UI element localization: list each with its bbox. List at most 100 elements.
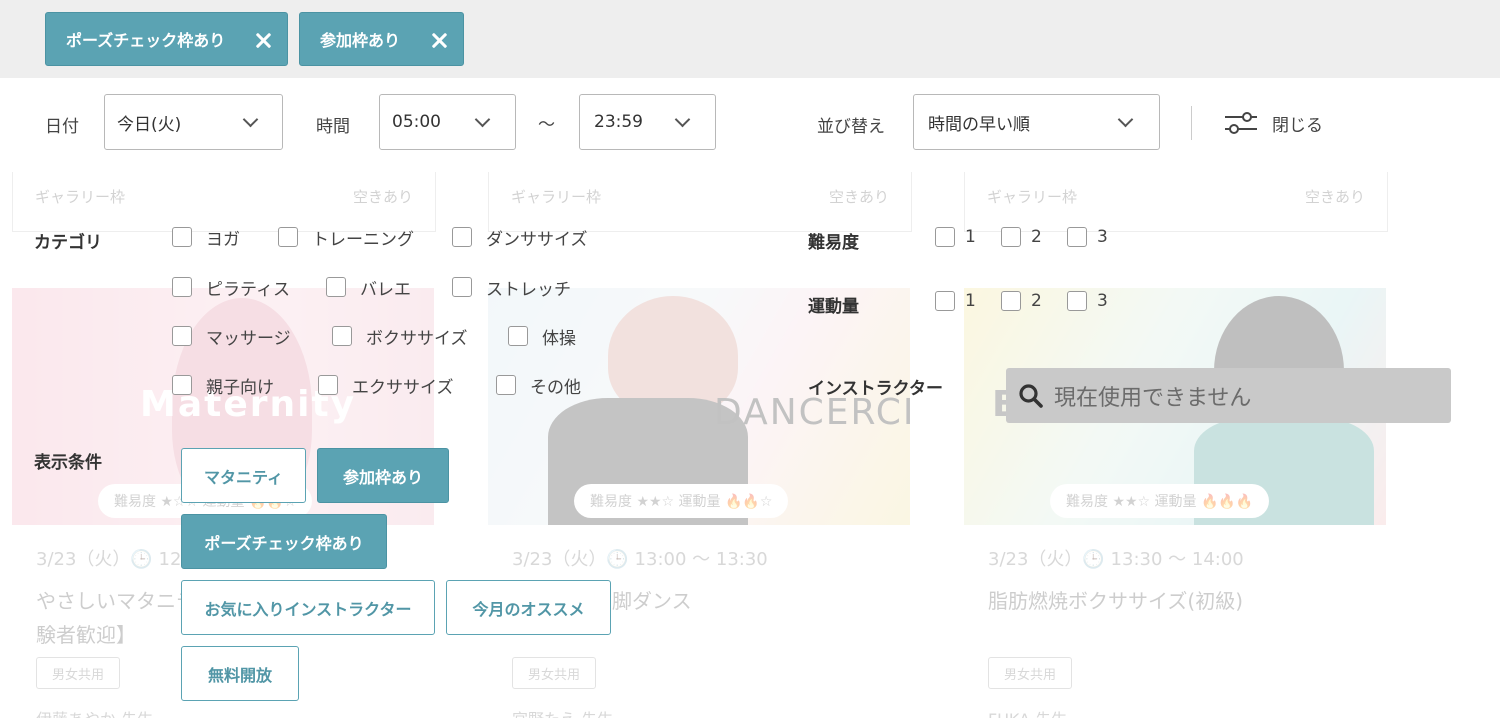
- lesson-title: やさしいマタニテ: [36, 589, 196, 613]
- rating-pill: 難易度 ★★☆ 運動量 🔥🔥🔥: [1050, 484, 1270, 518]
- gender-tag: 男女共用: [512, 657, 596, 689]
- free-open-button[interactable]: 無料開放: [181, 646, 299, 701]
- lesson-title: 脂肪燃焼ボクササイズ(初級): [988, 589, 1244, 613]
- category-exercise-checkbox[interactable]: エクササイズ: [318, 374, 454, 398]
- checkbox-label: ボクササイズ: [366, 328, 468, 349]
- difficulty-2-checkbox[interactable]: 2: [1001, 226, 1042, 248]
- checkbox-box[interactable]: [935, 291, 955, 311]
- checkbox-box[interactable]: [1001, 227, 1021, 247]
- activity-3-checkbox[interactable]: 3: [1067, 290, 1108, 312]
- close-filter-button[interactable]: 閉じる: [1224, 106, 1323, 140]
- category-stretch-checkbox[interactable]: ストレッチ: [452, 276, 571, 300]
- checkbox-box[interactable]: [172, 277, 192, 297]
- category-label: カテゴリ: [34, 233, 102, 253]
- activity-label: 運動量: [808, 297, 859, 317]
- date-value: 今日(火): [117, 114, 182, 135]
- checkbox-label: 1: [965, 291, 976, 311]
- checkbox-box[interactable]: [172, 326, 192, 346]
- category-other-checkbox[interactable]: その他: [496, 374, 581, 398]
- active-filter-bar: ポーズチェック枠あり 参加枠あり: [0, 0, 1500, 78]
- sort-label: 並び替え: [817, 117, 885, 137]
- rating-pill: 難易度 ★★☆ 運動量 🔥🔥☆: [574, 484, 789, 518]
- category-parent-child-checkbox[interactable]: 親子向け: [172, 374, 274, 398]
- time-from-select[interactable]: 05:00: [379, 94, 516, 150]
- time-from-value: 05:00: [392, 112, 441, 132]
- close-icon[interactable]: [253, 30, 273, 50]
- checkbox-box[interactable]: [452, 227, 472, 247]
- checkbox-label: 2: [1031, 291, 1042, 311]
- activity-1-checkbox[interactable]: 1: [935, 290, 976, 312]
- teacher-name: FUKA 先生: [988, 706, 1067, 718]
- checkbox-box[interactable]: [172, 227, 192, 247]
- availability-label: 空きあり: [1304, 188, 1365, 206]
- checkbox-box[interactable]: [278, 227, 298, 247]
- sliders-icon: [1225, 112, 1257, 134]
- chip-pose-check[interactable]: ポーズチェック枠あり: [45, 12, 288, 66]
- checkbox-box[interactable]: [1067, 291, 1087, 311]
- chip-label: ポーズチェック枠あり: [66, 31, 226, 50]
- chip-available[interactable]: 参加枠あり: [299, 12, 464, 66]
- lesson-title-cont: 験者歓迎】: [36, 623, 136, 647]
- teacher-name: 伊藤あやか 先生: [36, 706, 153, 718]
- sort-select[interactable]: 時間の早い順: [913, 94, 1160, 150]
- checkbox-box[interactable]: [1067, 227, 1087, 247]
- search-placeholder: 現在使用できません: [1054, 385, 1252, 411]
- difficulty-1-checkbox[interactable]: 1: [935, 226, 976, 248]
- maternity-button[interactable]: マタニティ: [181, 448, 306, 503]
- available-slot-button[interactable]: 参加枠あり: [317, 448, 449, 503]
- category-training-checkbox[interactable]: トレーニング: [278, 226, 414, 250]
- card-header: ギャラリー枠 空きあり: [964, 172, 1388, 232]
- chevron-down-icon: [1117, 111, 1134, 128]
- monthly-recommend-button[interactable]: 今月のオススメ: [446, 580, 611, 635]
- checkbox-label: マッサージ: [206, 328, 291, 349]
- category-dancercise-checkbox[interactable]: ダンササイズ: [452, 226, 588, 250]
- category-yoga-checkbox[interactable]: ヨガ: [172, 226, 240, 250]
- chevron-down-icon: [242, 111, 259, 128]
- checkbox-label: 3: [1097, 227, 1108, 247]
- lesson-date: 3/23（火）🕒 13:00 〜 13:30: [512, 549, 768, 570]
- category-massage-checkbox[interactable]: マッサージ: [172, 325, 291, 349]
- category-gymnastics-checkbox[interactable]: 体操: [508, 325, 576, 349]
- time-to-value: 23:59: [594, 112, 643, 132]
- checkbox-label: 体操: [542, 328, 576, 349]
- checkbox-label: 1: [965, 227, 976, 247]
- lesson-date: 3/23（火）🕒 13:30 〜 14:00: [988, 549, 1244, 570]
- availability-label: 空きあり: [828, 188, 889, 206]
- display-condition-label: 表示条件: [34, 453, 102, 473]
- pose-check-button[interactable]: ポーズチェック枠あり: [181, 514, 387, 569]
- category-ballet-checkbox[interactable]: バレエ: [326, 276, 411, 300]
- card-header: ギャラリー枠 空きあり: [12, 172, 436, 232]
- close-label: 閉じる: [1272, 115, 1323, 136]
- checkbox-box[interactable]: [496, 375, 516, 395]
- checkbox-label: バレエ: [360, 279, 411, 300]
- checkbox-label: その他: [530, 377, 581, 398]
- checkbox-box[interactable]: [332, 326, 352, 346]
- checkbox-box[interactable]: [508, 326, 528, 346]
- category-boxercise-checkbox[interactable]: ボクササイズ: [332, 325, 468, 349]
- gallery-label: ギャラリー枠: [35, 188, 126, 206]
- difficulty-3-checkbox[interactable]: 3: [1067, 226, 1108, 248]
- teacher-name: 宮野たえ 先生: [512, 706, 613, 718]
- checkbox-box[interactable]: [172, 375, 192, 395]
- checkbox-box[interactable]: [935, 227, 955, 247]
- instructor-search-input[interactable]: 現在使用できません: [1006, 368, 1451, 423]
- category-pilates-checkbox[interactable]: ピラティス: [172, 276, 290, 300]
- gender-tag: 男女共用: [988, 657, 1072, 689]
- time-to-select[interactable]: 23:59: [579, 94, 716, 150]
- gallery-label: ギャラリー枠: [511, 188, 602, 206]
- checkbox-label: 親子向け: [206, 377, 274, 398]
- checkbox-box[interactable]: [318, 375, 338, 395]
- date-select[interactable]: 今日(火): [104, 94, 283, 150]
- checkbox-label: ピラティス: [206, 279, 290, 300]
- checkbox-box[interactable]: [326, 277, 346, 297]
- checkbox-box[interactable]: [452, 277, 472, 297]
- activity-2-checkbox[interactable]: 2: [1001, 290, 1042, 312]
- instructor-label: インストラクター: [808, 379, 943, 399]
- search-icon: [1019, 383, 1043, 408]
- checkbox-label: ダンササイズ: [486, 229, 588, 250]
- checkbox-box[interactable]: [1001, 291, 1021, 311]
- close-icon[interactable]: [429, 30, 449, 50]
- divider: [1191, 106, 1192, 140]
- checkbox-label: ヨガ: [206, 229, 240, 250]
- favorite-instructor-button[interactable]: お気に入りインストラクター: [181, 580, 435, 635]
